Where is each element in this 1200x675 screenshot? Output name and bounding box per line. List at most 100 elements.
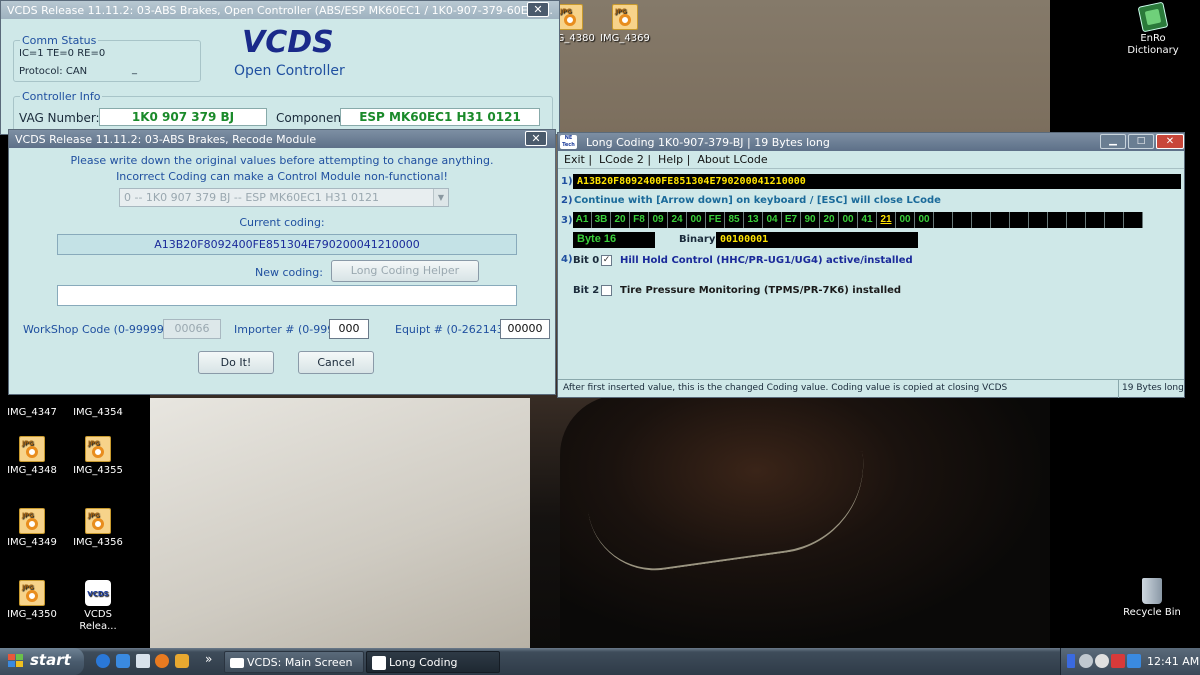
byte-cell-29[interactable] bbox=[1124, 212, 1143, 228]
byte-cell-28[interactable] bbox=[1105, 212, 1124, 228]
jpg-file-icon bbox=[612, 4, 638, 30]
byte-cell-13[interactable]: 20 bbox=[820, 212, 839, 228]
quicklaunch-overflow-icon[interactable]: » bbox=[205, 652, 212, 666]
task-long-coding[interactable]: Long Coding bbox=[366, 651, 500, 673]
byte-cell-25[interactable] bbox=[1048, 212, 1067, 228]
recode-titlebar[interactable]: VCDS Release 11.11.2: 03-ABS Brakes, Rec… bbox=[9, 130, 555, 148]
menu-exit[interactable]: Exit | bbox=[564, 153, 592, 166]
firefox-icon[interactable] bbox=[155, 654, 169, 668]
bit-2-checkbox[interactable] bbox=[601, 285, 612, 296]
byte-cell-10[interactable]: 04 bbox=[763, 212, 782, 228]
long-coding-helper-button[interactable]: Long Coding Helper bbox=[331, 260, 479, 282]
byte-cell-22[interactable] bbox=[991, 212, 1010, 228]
open-controller-titlebar[interactable]: VCDS Release 11.11.2: 03-ABS Brakes, Ope… bbox=[1, 1, 559, 19]
close-icon[interactable]: ✕ bbox=[527, 2, 549, 17]
close-icon[interactable]: ✕ bbox=[1156, 134, 1184, 149]
binary-value-field: 00100001 bbox=[716, 232, 918, 248]
desktop-icon-enro-dictionary[interactable]: EnRo Dictionary bbox=[1115, 1, 1191, 57]
byte-cell-14[interactable]: 00 bbox=[839, 212, 858, 228]
documents-icon[interactable] bbox=[136, 654, 150, 668]
vcds-logo: VCDS bbox=[242, 25, 334, 60]
ie-quicklaunch-icon[interactable] bbox=[116, 654, 130, 668]
importer-input[interactable]: 000 bbox=[329, 319, 369, 339]
bit-2-description[interactable]: Tire Pressure Monitoring (TPMS/PR-7K6) i… bbox=[620, 285, 901, 296]
new-coding-label: New coding: bbox=[255, 266, 323, 279]
do-it-button[interactable]: Do It! bbox=[198, 351, 274, 374]
jpg-file-icon bbox=[557, 4, 583, 30]
tray-icon-security[interactable] bbox=[1111, 654, 1125, 668]
byte-cell-1[interactable]: 3B bbox=[592, 212, 611, 228]
byte-cell-17[interactable]: 00 bbox=[896, 212, 915, 228]
lcode-instructions: Continue with [Arrow down] on keyboard /… bbox=[574, 195, 941, 206]
component-field: ESP MK60EC1 H31 0121 bbox=[340, 108, 540, 126]
app-quicklaunch-icon[interactable] bbox=[175, 654, 189, 668]
wallpaper-photo-white-area bbox=[150, 398, 530, 648]
recode-module-window: VCDS Release 11.11.2: 03-ABS Brakes, Rec… bbox=[8, 129, 556, 395]
byte-cell-8[interactable]: 85 bbox=[725, 212, 744, 228]
maximize-icon[interactable]: □ bbox=[1128, 134, 1154, 149]
byte-cell-3[interactable]: F8 bbox=[630, 212, 649, 228]
minimize-icon[interactable]: ▁ bbox=[1100, 134, 1126, 149]
window-controls: ▁ □ ✕ bbox=[1100, 134, 1184, 150]
warning-line-1: Please write down the original values be… bbox=[70, 154, 494, 167]
byte-cell-23[interactable] bbox=[1010, 212, 1029, 228]
byte-cell-7[interactable]: FE bbox=[706, 212, 725, 228]
close-icon[interactable]: ✕ bbox=[525, 131, 547, 146]
task-vcds-main[interactable]: VCDS: Main Screen bbox=[224, 651, 364, 673]
lcode-menubar: Exit | LCode 2 | Help | About LCode bbox=[564, 153, 768, 166]
dictionary-app-icon bbox=[1137, 1, 1169, 33]
desktop-icon-vcds[interactable]: VCDS Relea... bbox=[60, 580, 136, 633]
new-coding-input[interactable] bbox=[57, 285, 517, 306]
byte-cell-21[interactable] bbox=[972, 212, 991, 228]
byte-cell-15[interactable]: 41 bbox=[858, 212, 877, 228]
byte-cell-18[interactable]: 00 bbox=[915, 212, 934, 228]
byte-editor-row: A1 3B 20 F8 09 24 00 FE 85 13 04 E7 90 20 00 41 21 00 00 bbox=[573, 212, 1143, 228]
byte-cell-27[interactable] bbox=[1086, 212, 1105, 228]
tray-icon-app[interactable] bbox=[1127, 654, 1141, 668]
module-select[interactable]: 0 -- 1K0 907 379 BJ -- ESP MK60EC1 H31 0… bbox=[119, 188, 449, 207]
bit-0-description[interactable]: Hill Hold Control (HHC/PR-UG1/UG4) activ… bbox=[620, 255, 913, 266]
recycle-bin-icon bbox=[1142, 578, 1162, 604]
desktop-icon-img-4355[interactable]: IMG_4355 bbox=[60, 436, 136, 477]
byte-indicator: Byte 16 bbox=[573, 232, 655, 248]
current-coding-field: A13B20F8092400FE851304E790200041210000 bbox=[57, 234, 517, 255]
desktop-icon-img-4356[interactable]: IMG_4356 bbox=[60, 508, 136, 549]
jpg-file-icon bbox=[19, 436, 45, 462]
desktop-icon-img-4369[interactable]: IMG_4369 bbox=[587, 4, 663, 45]
byte-cell-2[interactable]: 20 bbox=[611, 212, 630, 228]
netech-task-icon bbox=[372, 656, 386, 670]
menu-help[interactable]: Help | bbox=[658, 153, 690, 166]
byte-cell-0[interactable]: A1 bbox=[573, 212, 592, 228]
menu-about[interactable]: About LCode bbox=[697, 153, 767, 166]
menu-lcode2[interactable]: LCode 2 | bbox=[599, 153, 651, 166]
desktop-icon-recycle-bin[interactable]: Recycle Bin bbox=[1114, 578, 1190, 619]
byte-cell-9[interactable]: 13 bbox=[744, 212, 763, 228]
bit-0-checkbox[interactable]: ✓ bbox=[601, 255, 612, 266]
equipt-input[interactable]: 00000 bbox=[500, 319, 550, 339]
tray-icon-volume[interactable] bbox=[1095, 654, 1109, 668]
byte-cell-12[interactable]: 90 bbox=[801, 212, 820, 228]
internet-explorer-icon[interactable] bbox=[96, 654, 110, 668]
byte-cell-20[interactable] bbox=[953, 212, 972, 228]
current-coding-label: Current coding: bbox=[239, 216, 325, 229]
byte-cell-11[interactable]: E7 bbox=[782, 212, 801, 228]
long-coding-window: Long Coding 1K0-907-379-BJ | 19 Bytes lo… bbox=[557, 132, 1185, 398]
start-button[interactable]: start bbox=[0, 648, 84, 675]
chevron-down-icon[interactable]: ▼ bbox=[433, 189, 448, 206]
byte-cell-24[interactable] bbox=[1029, 212, 1048, 228]
vcds-task-icon bbox=[230, 658, 244, 668]
open-controller-window: VCDS Release 11.11.2: 03-ABS Brakes, Ope… bbox=[0, 0, 560, 136]
byte-cell-19[interactable] bbox=[934, 212, 953, 228]
system-tray: 12:41 AM bbox=[1060, 648, 1200, 675]
byte-cell-5[interactable]: 24 bbox=[668, 212, 687, 228]
cancel-button[interactable]: Cancel bbox=[298, 351, 374, 374]
byte-cell-26[interactable] bbox=[1067, 212, 1086, 228]
warning-line-2: Incorrect Coding can make a Control Modu… bbox=[116, 170, 448, 183]
long-coding-titlebar[interactable]: Long Coding 1K0-907-379-BJ | 19 Bytes lo… bbox=[558, 133, 1184, 151]
byte-cell-6[interactable]: 00 bbox=[687, 212, 706, 228]
taskbar: start » VCDS: Main Screen Long Coding 12… bbox=[0, 648, 1200, 675]
byte-cell-16[interactable]: 21 bbox=[877, 212, 896, 228]
tray-icon-network[interactable] bbox=[1079, 654, 1093, 668]
tray-icon-usb[interactable] bbox=[1067, 654, 1075, 668]
byte-cell-4[interactable]: 09 bbox=[649, 212, 668, 228]
